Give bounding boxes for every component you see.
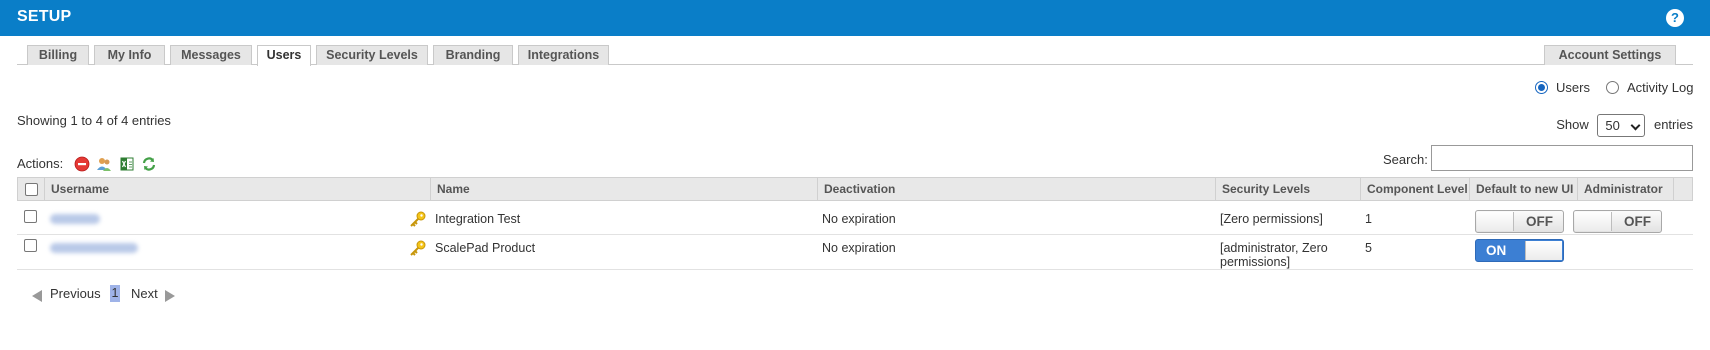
users-radio[interactable] — [1535, 81, 1548, 94]
redacted-username[interactable] — [50, 214, 100, 224]
page-size-select[interactable]: 50 — [1597, 114, 1646, 137]
tab-users[interactable]: Users — [257, 45, 311, 66]
administrator-toggle[interactable]: OFF — [1573, 210, 1662, 233]
security-levels-line: permissions] — [1220, 255, 1291, 269]
help-icon[interactable]: ? — [1666, 9, 1684, 27]
show-label: Show — [1556, 116, 1589, 132]
search-label: Search: — [1383, 152, 1428, 167]
previous-link[interactable]: Previous — [50, 286, 101, 301]
key-icon[interactable] — [409, 240, 427, 256]
column-deactivation[interactable]: Deactivation — [817, 178, 1215, 200]
row-checkbox[interactable] — [24, 239, 37, 252]
users-radio-option[interactable]: Users — [1535, 80, 1590, 95]
toggle-knob — [1525, 241, 1562, 260]
redacted-username[interactable] — [50, 243, 138, 253]
table-header: Username Name Deactivation Security Leve… — [17, 177, 1693, 201]
export-excel-icon[interactable] — [119, 156, 135, 172]
setup-header: SETUP ? — [0, 0, 1710, 36]
toggle-label: ON — [1486, 243, 1507, 258]
next-link[interactable]: Next — [131, 286, 158, 301]
next-arrow-icon[interactable] — [165, 290, 175, 302]
security-levels-line: [administrator, Zero — [1220, 241, 1328, 255]
table-row: Integration Test No expiration [Zero per… — [17, 206, 1693, 235]
users-radio-label: Users — [1556, 80, 1590, 95]
column-name[interactable]: Name — [430, 178, 817, 200]
entries-info: Showing 1 to 4 of 4 entries — [17, 113, 171, 128]
tab-security-levels[interactable]: Security Levels — [316, 45, 428, 65]
toggle-label: OFF — [1526, 214, 1553, 229]
name-cell: ScalePad Product — [435, 241, 536, 255]
activity-log-radio-option[interactable]: Activity Log — [1606, 80, 1693, 95]
row-checkbox[interactable] — [24, 210, 37, 223]
component-level-cell: 1 — [1365, 212, 1372, 226]
component-level-cell: 5 — [1365, 241, 1372, 255]
deactivation-cell: No expiration — [822, 241, 896, 255]
column-spacer — [1673, 178, 1693, 200]
column-component-level[interactable]: Component Level — [1360, 178, 1469, 200]
page-title: SETUP — [17, 8, 72, 25]
current-page[interactable]: 1 — [110, 285, 120, 302]
default-new-ui-toggle[interactable]: OFF — [1475, 210, 1564, 233]
toggle-knob — [1477, 212, 1514, 231]
activity-log-radio-label: Activity Log — [1627, 80, 1694, 95]
activity-log-radio[interactable] — [1606, 81, 1619, 94]
column-administrator[interactable]: Administrator — [1577, 178, 1673, 200]
security-levels-cell: [Zero permissions] — [1220, 212, 1323, 226]
tab-bar: Billing My Info Messages Users Security … — [17, 45, 1693, 66]
key-icon[interactable] — [409, 211, 427, 227]
tab-billing[interactable]: Billing — [27, 45, 89, 65]
toggle-label: OFF — [1624, 214, 1651, 229]
toggle-knob — [1575, 212, 1612, 231]
column-username[interactable]: Username — [44, 178, 430, 200]
column-security-levels[interactable]: Security Levels — [1215, 178, 1360, 200]
column-default-new-ui[interactable]: Default to new UI — [1469, 178, 1577, 200]
refresh-icon[interactable] — [141, 156, 157, 172]
tab-branding[interactable]: Branding — [433, 45, 513, 65]
show-entries: Show 50 entries — [1556, 114, 1693, 137]
previous-arrow-icon[interactable] — [32, 290, 42, 302]
select-all-cell — [18, 178, 44, 200]
search-input[interactable] — [1431, 145, 1693, 171]
name-cell: Integration Test — [435, 212, 521, 226]
table-row: ScalePad Product No expiration [administ… — [17, 235, 1693, 270]
entries-label: entries — [1653, 116, 1693, 132]
tab-my-info[interactable]: My Info — [94, 45, 165, 65]
add-users-icon[interactable] — [96, 156, 112, 172]
tab-messages[interactable]: Messages — [170, 45, 252, 65]
delete-icon[interactable] — [74, 156, 90, 172]
default-new-ui-toggle[interactable]: ON — [1475, 239, 1564, 262]
tab-account-settings[interactable]: Account Settings — [1544, 45, 1676, 65]
actions-label: Actions: — [17, 156, 64, 171]
tab-integrations[interactable]: Integrations — [518, 45, 609, 65]
security-levels-cell: [administrator, Zero permissions] — [1214, 235, 1328, 269]
deactivation-cell: No expiration — [822, 212, 896, 226]
select-all-checkbox[interactable] — [25, 183, 38, 196]
